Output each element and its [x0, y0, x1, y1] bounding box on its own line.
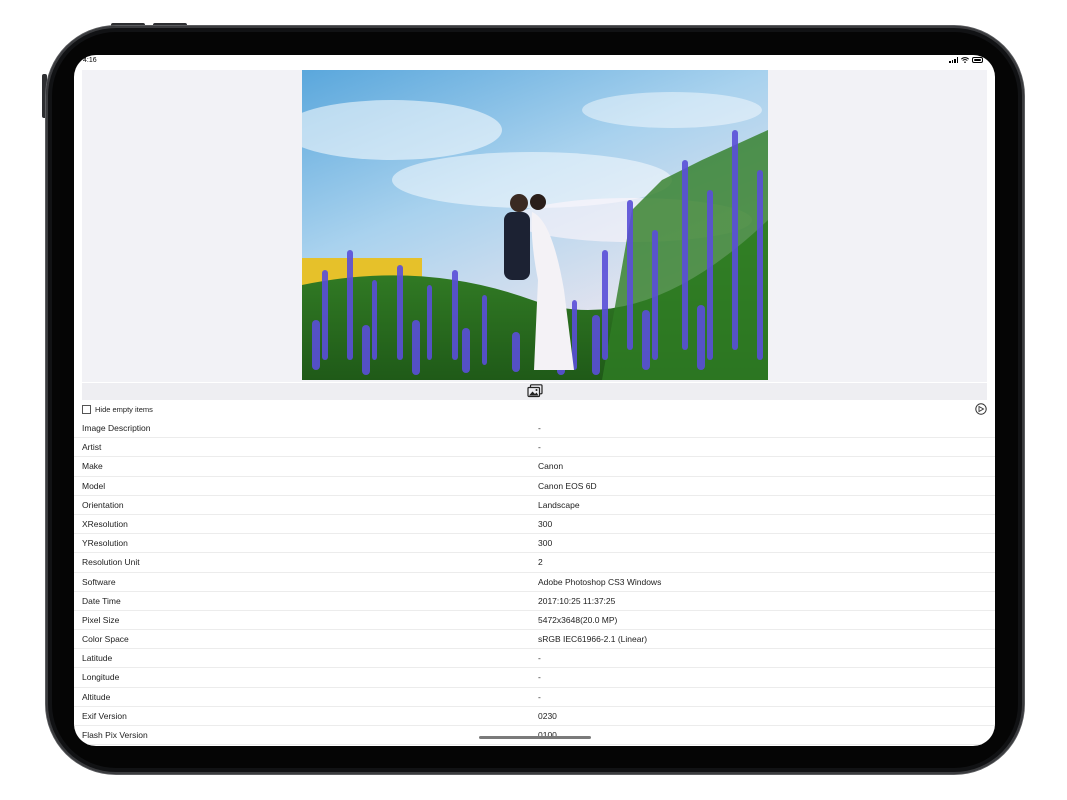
exif-key: Pixel Size	[82, 614, 120, 625]
wedding-photo-image	[302, 70, 768, 380]
exif-row: Software Adobe Photoshop CS3 Windows	[74, 573, 995, 592]
cellular-signal-icon	[949, 57, 958, 63]
exif-key: Software	[82, 576, 116, 587]
options-row: Hide empty items	[82, 403, 987, 417]
exif-key: YResolution	[82, 538, 128, 549]
exif-key: Exif Version	[82, 710, 127, 721]
exif-row: Pixel Size 5472x3648(20.0 MP)	[74, 611, 995, 631]
photo-preview[interactable]	[302, 70, 768, 380]
exif-key: Color Space	[82, 634, 129, 645]
exif-value: 300	[538, 518, 553, 529]
wifi-icon	[961, 57, 969, 63]
exif-key: Artist	[82, 442, 102, 453]
exif-value: -	[538, 423, 541, 433]
exif-row: Date Time 2017:10:25 11:37:25	[74, 592, 995, 611]
exif-value: 0230	[538, 710, 557, 721]
exif-row: XResolution 300	[74, 515, 995, 535]
exif-key: Make	[82, 461, 103, 472]
exif-row: Color Space sRGB IEC61966-2.1 (Linear)	[74, 630, 995, 650]
exif-value: 2	[538, 557, 543, 568]
exif-row: Resolution Unit 2	[74, 553, 995, 573]
exif-value: Canon EOS 6D	[538, 480, 597, 491]
exif-row: Orientation Landscape	[74, 496, 995, 515]
exif-value: 2017:10:25 11:37:25	[538, 595, 616, 606]
exif-key: Date Time	[82, 595, 121, 606]
status-icons	[949, 57, 983, 63]
home-indicator[interactable]	[479, 736, 591, 739]
battery-icon	[972, 57, 983, 63]
exif-value: -	[538, 653, 541, 664]
exif-table: Image Description - Artist - Make Canon Model C…	[74, 419, 995, 746]
exif-key: Altitude	[82, 691, 111, 702]
exif-key: XResolution	[82, 518, 128, 529]
exif-key: Model	[82, 480, 106, 491]
photo-preview-area	[82, 70, 987, 382]
exif-key: Latitude	[82, 653, 113, 664]
exif-row: Artist -	[74, 438, 995, 458]
exif-value: -	[538, 672, 541, 683]
photo-toolbar	[82, 383, 987, 400]
exif-key: Orientation	[82, 499, 124, 510]
exif-key: Flash Pix Version	[82, 730, 148, 740]
exif-key: Longitude	[82, 672, 120, 683]
exif-row: Exif Version 0230	[74, 707, 995, 726]
exif-row: Altitude -	[74, 688, 995, 707]
status-bar: 4:16	[74, 55, 995, 69]
exif-value: Adobe Photoshop CS3 Windows	[538, 576, 662, 587]
exif-value: Canon	[538, 461, 564, 472]
exif-value: 5472x3648(20.0 MP)	[538, 614, 618, 625]
exif-key: Resolution Unit	[82, 557, 140, 568]
exif-value: sRGB IEC61966-2.1 (Linear)	[538, 634, 648, 645]
exif-row: Model Canon EOS 6D	[74, 477, 995, 496]
exif-row: Latitude -	[74, 649, 995, 669]
exif-key: Image Description	[82, 423, 151, 433]
exif-row: YResolution 300	[74, 534, 995, 554]
exif-value: -	[538, 442, 541, 453]
exif-row: Image Description -	[74, 419, 995, 439]
app-screen: 4:16 Hide empty items Image Description …	[74, 55, 995, 746]
hide-empty-checkbox[interactable]	[82, 405, 91, 414]
exif-value: 300	[538, 538, 553, 549]
hide-empty-label[interactable]: Hide empty items	[95, 405, 153, 414]
exif-value: -	[538, 691, 541, 702]
photo-gallery-icon[interactable]	[527, 384, 543, 398]
exif-row: Make Canon	[74, 457, 995, 477]
share-icon[interactable]	[975, 403, 987, 415]
exif-row: Longitude -	[74, 668, 995, 688]
exif-value: Landscape	[538, 499, 580, 510]
status-time: 4:16	[83, 57, 97, 64]
